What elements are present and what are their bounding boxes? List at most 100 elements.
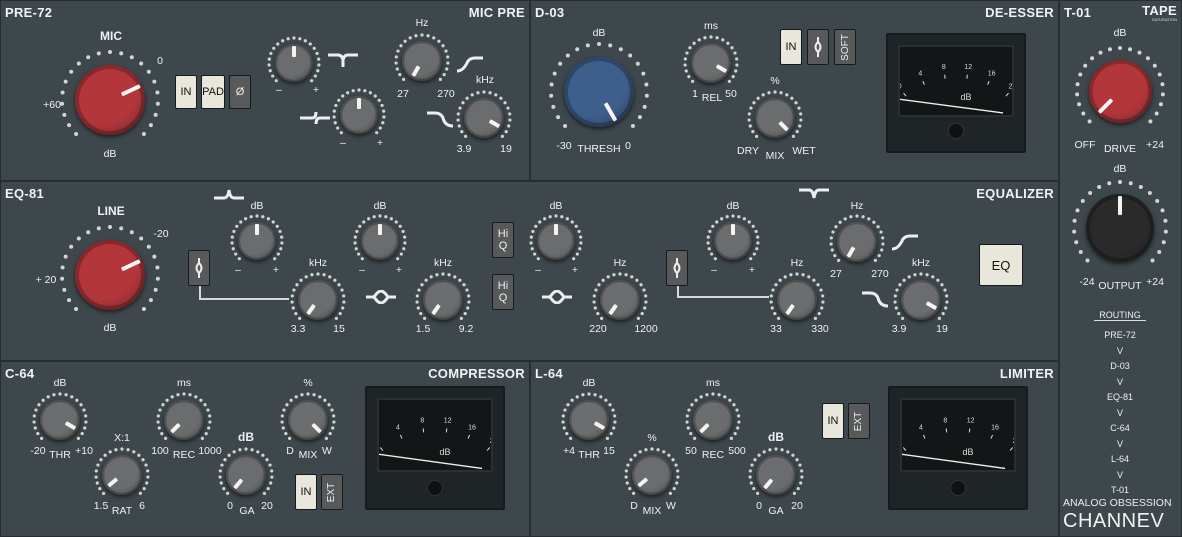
l64-thr-knob[interactable] <box>561 392 617 448</box>
eq-low-shape-button[interactable] <box>188 250 210 286</box>
rel-min: 1 <box>692 88 698 100</box>
knob-cap <box>102 455 142 495</box>
eq-enable-button[interactable]: EQ <box>979 244 1023 286</box>
eq-b3-freq-unit: Hz <box>613 257 627 269</box>
rel-label: REL <box>701 92 723 104</box>
knob-cap <box>40 400 80 440</box>
l64-mix-max: W <box>666 500 676 512</box>
knob-pointer <box>1118 196 1122 216</box>
pre72-shelf-knob[interactable] <box>332 88 386 142</box>
l64-mix-min: D <box>630 500 638 512</box>
thresh-knob[interactable] <box>549 42 649 142</box>
c64-mix-knob[interactable] <box>280 392 336 448</box>
pre72-lowcut-knob[interactable] <box>267 36 321 90</box>
filter-shape-icon <box>673 258 681 278</box>
eq-lp-freq-unit: kHz <box>911 257 931 269</box>
c64-thr-label: THR <box>49 449 71 461</box>
d03-mix-knob[interactable] <box>747 90 803 146</box>
pre72-title: PRE-72 <box>5 5 53 20</box>
meter-tick-label: 0 <box>900 83 902 90</box>
pre72-freq1-min: 27 <box>397 88 409 100</box>
meter-tick-label: 4 <box>396 424 400 431</box>
line-unit: dB <box>103 322 117 334</box>
channev-plugin-window: PRE-72 MIC PRE D-03 DE-ESSER T-01 TAPE S… <box>0 0 1182 537</box>
eq-hp-freq-knob[interactable] <box>829 214 885 270</box>
c64-thr-min: -20 <box>30 445 46 457</box>
c64-title: C-64 <box>5 366 35 381</box>
d03-sidechain-button[interactable] <box>807 29 829 65</box>
eq-hiq-button-1[interactable]: Hi Q <box>492 222 514 258</box>
d03-mix-label: MIX <box>765 150 785 162</box>
eq-b3-freq-knob[interactable] <box>592 272 648 328</box>
drive-knob[interactable] <box>1075 46 1165 136</box>
knob-cap <box>755 98 795 138</box>
c64-section-title: COMPRESSOR <box>428 366 525 381</box>
meter-face: 048121620dB <box>900 398 1016 473</box>
line-gain-knob[interactable] <box>60 225 160 325</box>
thresh-unit: dB <box>592 27 606 39</box>
eq81-section-title: EQUALIZER <box>976 186 1054 201</box>
eq-b1-freq-min: 3.3 <box>290 323 306 335</box>
c64-ext-button[interactable]: EXT <box>321 474 343 510</box>
mic-unit-label: dB <box>103 148 117 160</box>
eq-lp-freq-knob[interactable] <box>893 272 949 328</box>
d03-soft-button[interactable]: SOFT <box>834 29 856 65</box>
pre72-freq2-knob[interactable] <box>456 90 512 146</box>
lowpass-curve-icon <box>862 291 889 308</box>
eq-b2-freq-knob[interactable] <box>415 272 471 328</box>
meter-unit-label: dB <box>439 447 450 457</box>
hiq-label-hi: Hi <box>497 280 509 292</box>
l64-rec-knob[interactable] <box>685 392 741 448</box>
l64-ga-knob[interactable] <box>748 447 804 503</box>
c64-thr-max: +10 <box>75 445 93 457</box>
c64-rat-knob[interactable] <box>94 447 150 503</box>
meter-scale: 048121620dB <box>379 417 491 470</box>
routing-arrow: V <box>1116 376 1123 387</box>
eq-b2-freq-min: 1.5 <box>415 323 431 335</box>
routing-arrow: V <box>1116 407 1123 418</box>
eq-hp-max: 270 <box>871 268 889 280</box>
c64-rec-knob[interactable] <box>156 392 212 448</box>
pre72-phase-button[interactable]: Ø <box>229 75 251 109</box>
pre72-in-button[interactable]: IN <box>175 75 197 109</box>
l64-mix-knob[interactable] <box>624 447 680 503</box>
knob-cap <box>226 455 266 495</box>
routing-item: D-03 <box>1110 361 1130 371</box>
eq-hiq-button-2[interactable]: Hi Q <box>492 274 514 310</box>
c64-ga-knob[interactable] <box>218 447 274 503</box>
output-knob[interactable] <box>1072 180 1168 276</box>
eq-b4-freq-knob[interactable] <box>769 272 825 328</box>
knob-cap <box>288 400 328 440</box>
c64-vu-meter: 048121620dB <box>365 386 505 510</box>
c64-ga-label: GA <box>239 505 255 517</box>
l64-ext-button[interactable]: EXT <box>848 403 870 439</box>
mic-gain-knob[interactable] <box>60 50 160 150</box>
c64-thr-knob[interactable] <box>32 392 88 448</box>
eq-b4-gain-knob[interactable] <box>706 214 760 268</box>
d03-in-button[interactable]: IN <box>780 29 802 65</box>
eq-b2-gain-knob[interactable] <box>353 214 407 268</box>
rel-knob[interactable] <box>683 35 739 91</box>
c64-mix-label: MIX <box>298 449 318 461</box>
meter-scale: 048121620dB <box>902 417 1014 470</box>
filter-shape-icon <box>814 37 822 57</box>
eq-high-shape-button[interactable] <box>666 250 688 286</box>
output-max: +24 <box>1146 276 1164 288</box>
knob-pointer <box>255 224 259 235</box>
c64-rat-min: 1.5 <box>93 500 109 512</box>
l64-mix-unit: % <box>647 432 657 444</box>
l64-thr-label: THR <box>578 449 600 461</box>
eq-b3-gain-knob[interactable] <box>529 214 583 268</box>
eq-b1-gain-knob[interactable] <box>230 214 284 268</box>
eq-hp-min: 27 <box>830 268 842 280</box>
knob-cap <box>756 455 796 495</box>
l64-in-button[interactable]: IN <box>822 403 844 439</box>
pre72-freq1-knob[interactable] <box>394 33 450 89</box>
pre72-pad-button[interactable]: PAD <box>201 75 225 109</box>
knob-cap <box>777 280 817 320</box>
line-label: LINE <box>97 204 125 218</box>
c64-in-button[interactable]: IN <box>295 474 317 510</box>
meter-tick-label: 16 <box>991 424 999 431</box>
eq-b1-freq-knob[interactable] <box>290 272 346 328</box>
knob-pointer <box>292 46 296 57</box>
